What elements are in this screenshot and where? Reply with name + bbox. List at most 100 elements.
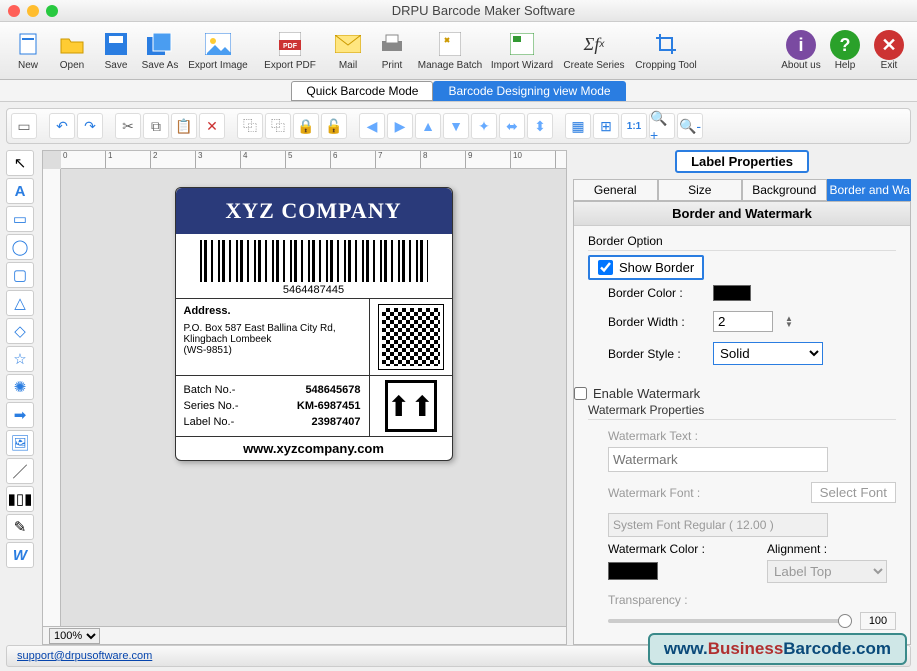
align-bottom-button[interactable]: ▼ [443,113,469,139]
tab-size[interactable]: Size [658,179,743,201]
export-pdf-button[interactable]: PDFExport PDF [254,30,326,71]
actual-size-button[interactable]: 1:1 [621,113,647,139]
delete-button[interactable]: ✕ [199,113,225,139]
transparency-slider[interactable] [608,619,852,623]
select-tool[interactable]: ↖ [6,150,34,176]
image-tool[interactable]: 🖼 [6,430,34,456]
border-option-title: Border Option [588,234,896,251]
print-button[interactable]: Print [370,30,414,71]
horizontal-ruler: 012345678910 [61,151,566,169]
label-barcode: 5464487445 [176,234,452,298]
window-title: DRPU Barcode Maker Software [58,3,909,18]
wordart-tool[interactable]: W [6,542,34,568]
copy-button[interactable]: ⧉ [143,113,169,139]
align-right-button[interactable]: ▶ [387,113,413,139]
barcode-bars-icon [200,240,428,282]
tab-border-watermark[interactable]: Border and Wa... [827,179,912,201]
label-qr [370,299,452,375]
triangle-tool[interactable]: △ [6,290,34,316]
barcode-tool[interactable]: ▮▯▮ [6,486,34,512]
zoom-out-button[interactable]: 🔍- [677,113,703,139]
show-border-checkbox[interactable]: Show Border [588,255,704,280]
align-top-button[interactable]: ▲ [415,113,441,139]
zoom-select[interactable]: 100% [49,628,100,644]
edit-toolbar: ▭ ↶ ↷ ✂ ⧉ 📋 ✕ ⿻ ⿻ 🔒 🔓 ◀ ▶ ▲ ▼ ✦ ⬌ ⬍ ▦ ⊞ … [6,108,911,144]
create-series-button[interactable]: ΣfxCreate Series [558,30,630,71]
document-icon[interactable]: ▭ [11,113,37,139]
quick-barcode-mode-tab[interactable]: Quick Barcode Mode [291,81,433,101]
enable-watermark-checkbox[interactable] [574,387,587,400]
support-email-link[interactable]: support@drpusoftware.com [17,650,152,662]
border-width-label: Border Width : [608,315,703,329]
wm-align-select[interactable]: Label Top [767,560,887,583]
lock-button[interactable]: 🔒 [293,113,319,139]
label-company: XYZ COMPANY [176,188,452,234]
arrow-tool[interactable]: ➡ [6,402,34,428]
save-button[interactable]: Save [94,30,138,71]
wm-align-label: Alignment : [767,542,896,556]
line-tool[interactable]: ／ [6,458,34,484]
shape-toolbar: ↖ A ▭ ◯ ▢ △ ◇ ☆ ✺ ➡ 🖼 ／ ▮▯▮ ✎ W [6,150,36,645]
wm-text-label: Watermark Text : [608,429,698,443]
wm-color-label: Watermark Color : [608,542,737,556]
cropping-tool-button[interactable]: Cropping Tool [630,30,702,71]
label-symbol: ⬆⬆ [370,376,452,436]
align-left-button[interactable]: ◀ [359,113,385,139]
align-center-button[interactable]: ✦ [471,113,497,139]
label-meta: Batch No.-548645678 Series No.-KM-698745… [176,376,370,436]
wm-font-label: Watermark Font : [608,486,700,500]
width-stepper[interactable]: ▲▼ [785,316,793,328]
manage-batch-button[interactable]: Manage Batch [414,30,486,71]
open-button[interactable]: Open [50,30,94,71]
diamond-tool[interactable]: ◇ [6,318,34,344]
svg-text:PDF: PDF [283,43,298,50]
redo-button[interactable]: ↷ [77,113,103,139]
label-address: Address. P.O. Box 587 East Ballina City … [176,299,370,375]
ellipse-tool[interactable]: ◯ [6,234,34,260]
distribute-v-button[interactable]: ⬍ [527,113,553,139]
duplicate-button[interactable]: ⿻ [237,113,263,139]
label-properties-tab[interactable]: Label Properties [675,150,809,173]
border-style-select[interactable]: Solid [713,342,823,365]
designing-mode-tab[interactable]: Barcode Designing view Mode [433,81,625,101]
rounded-rect-tool[interactable]: ▢ [6,262,34,288]
about-button[interactable]: iAbout us [779,30,823,71]
tab-general[interactable]: General [573,179,658,201]
pencil-tool[interactable]: ✎ [6,514,34,540]
import-wizard-button[interactable]: Import Wizard [486,30,558,71]
save-as-button[interactable]: Save As [138,30,182,71]
wm-color-swatch[interactable] [608,562,658,580]
watermark-group-title: Watermark Properties [588,403,896,420]
text-tool[interactable]: A [6,178,34,204]
label-design[interactable]: XYZ COMPANY 5464487445 Address. P.O. Box… [175,187,453,461]
undo-button[interactable]: ↶ [49,113,75,139]
border-color-swatch[interactable] [713,285,751,301]
maximize-window-icon[interactable] [46,5,58,17]
mail-button[interactable]: Mail [326,30,370,71]
border-color-label: Border Color : [608,286,703,300]
vertical-ruler [43,169,61,644]
design-canvas[interactable]: XYZ COMPANY 5464487445 Address. P.O. Box… [61,169,566,626]
burst-tool[interactable]: ✺ [6,374,34,400]
duplicate2-button[interactable]: ⿻ [265,113,291,139]
border-style-label: Border Style : [608,347,703,361]
help-button[interactable]: ?Help [823,30,867,71]
select-font-button[interactable]: Select Font [811,482,896,503]
tab-background[interactable]: Background [742,179,827,201]
cut-button[interactable]: ✂ [115,113,141,139]
close-window-icon[interactable] [8,5,20,17]
export-image-button[interactable]: Export Image [182,30,254,71]
paste-button[interactable]: 📋 [171,113,197,139]
zoom-in-button[interactable]: 🔍+ [649,113,675,139]
unlock-button[interactable]: 🔓 [321,113,347,139]
new-button[interactable]: New [6,30,50,71]
wm-text-input[interactable] [608,447,828,472]
grid-button[interactable]: ▦ [565,113,591,139]
border-width-input[interactable] [713,311,773,332]
minimize-window-icon[interactable] [27,5,39,17]
star-tool[interactable]: ☆ [6,346,34,372]
ruler-button[interactable]: ⊞ [593,113,619,139]
distribute-h-button[interactable]: ⬌ [499,113,525,139]
exit-button[interactable]: ✕Exit [867,30,911,71]
rectangle-tool[interactable]: ▭ [6,206,34,232]
